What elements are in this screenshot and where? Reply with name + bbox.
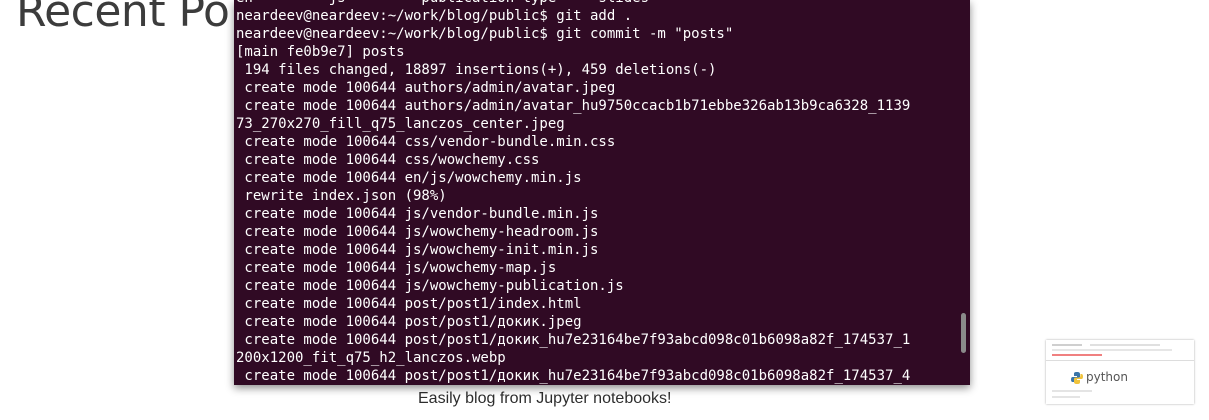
thumbnail-line [1052, 344, 1082, 346]
terminal-line: create mode 100644 js/vendor-bundle.min.… [236, 206, 599, 222]
thumbnail-label: python [1086, 370, 1128, 384]
thumbnail-line [1052, 349, 1172, 351]
terminal-line: neardeev@neardeev:~/work/blog/public$ gi… [236, 26, 734, 42]
terminal-line: create mode 100644 js/wowchemy-init.min.… [236, 242, 599, 258]
blog-page: Recent Po python Easily blog from Jupyte… [0, 0, 1209, 420]
terminal-line: create mode 100644 post/post1/докик_hu7e… [236, 368, 911, 384]
terminal-line: 73_270x270_fill_q75_lanczos_center.jpeg [236, 116, 565, 132]
terminal-line: create mode 100644 authors/admin/avatar_… [236, 98, 911, 114]
post-caption[interactable]: Easily blog from Jupyter notebooks! [418, 390, 671, 408]
terminal-line: create mode 100644 js/wowchemy-map.js [236, 260, 557, 276]
terminal-line: create mode 100644 js/wowchemy-publicati… [236, 278, 624, 294]
terminal-line: create mode 100644 en/js/wowchemy.min.js [236, 170, 582, 186]
terminal-line: create mode 100644 post/post1/index.html [236, 296, 582, 312]
post-thumbnail[interactable]: python [1046, 340, 1194, 404]
section-heading: Recent Po [16, 0, 230, 37]
terminal-line: create mode 100644 css/wowchemy.css [236, 152, 540, 168]
terminal-line: [main fe0b9e7] posts [236, 44, 405, 60]
python-logo-icon [1071, 372, 1083, 384]
terminal-output[interactable]: en js publication-type slidesneardeev@ne… [236, 0, 958, 385]
terminal-line: en js publication-type slides [236, 0, 958, 7]
thumbnail-line [1090, 344, 1160, 346]
terminal-window[interactable]: en js publication-type slidesneardeev@ne… [234, 0, 970, 385]
terminal-line: rewrite index.json (98%) [236, 188, 447, 204]
terminal-line: create mode 100644 authors/admin/avatar.… [236, 80, 616, 96]
thumbnail-line [1046, 360, 1194, 361]
terminal-line: create mode 100644 css/vendor-bundle.min… [236, 134, 616, 150]
terminal-line: create mode 100644 js/wowchemy-headroom.… [236, 224, 599, 240]
terminal-line: neardeev@neardeev:~/work/blog/public$ gi… [236, 8, 633, 24]
terminal-line: create mode 100644 post/post1/докик.jpeg [236, 314, 582, 330]
thumbnail-line [1052, 396, 1080, 398]
terminal-line: 200x1200_fit_q75_h2_lanczos.webp [236, 350, 506, 366]
thumbnail-line [1052, 390, 1092, 392]
terminal-scrollbar[interactable] [961, 313, 966, 353]
thumbnail-line [1052, 354, 1102, 356]
terminal-line: 194 files changed, 18897 insertions(+), … [236, 62, 717, 78]
terminal-line: create mode 100644 post/post1/докик_hu7e… [236, 332, 911, 348]
